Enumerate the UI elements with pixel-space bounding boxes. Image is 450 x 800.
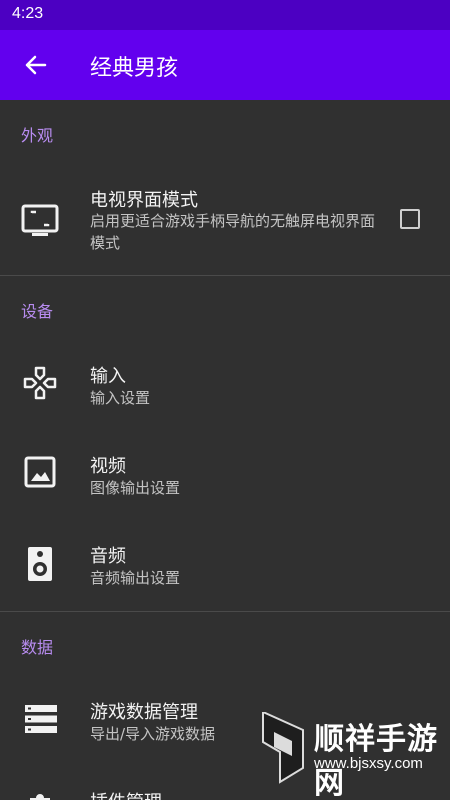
setting-input[interactable]: 输入 输入设置 <box>0 350 450 436</box>
watermark-logo <box>262 712 304 784</box>
tv-mode-checkbox[interactable] <box>400 209 420 229</box>
speaker-icon <box>28 547 52 581</box>
setting-title: 电视界面模式 <box>90 190 198 211</box>
setting-title: 游戏数据管理 <box>90 702 198 723</box>
gamepad-icon <box>23 366 57 400</box>
setting-title: 输入 <box>90 366 126 387</box>
setting-tv-mode[interactable]: 电视界面模式 启用更适合游戏手柄导航的无触屏电视界面模式 <box>0 176 450 274</box>
arrow-back-icon <box>25 55 47 75</box>
setting-subtitle: 输入设置 <box>90 389 151 407</box>
storage-icon <box>25 705 57 733</box>
section-header-devices: 设备 <box>21 302 54 321</box>
divider <box>0 275 450 276</box>
setting-title: 插件管理 <box>90 788 162 800</box>
status-time: 4:23 <box>12 5 44 22</box>
divider <box>0 611 450 612</box>
setting-title: 音频 <box>90 546 126 567</box>
setting-video[interactable]: 视频 图像输出设置 <box>0 440 450 526</box>
section-header-appearance: 外观 <box>21 126 54 145</box>
watermark: 顺祥手游网 www.bjsxsy.com <box>258 712 448 800</box>
setting-subtitle: 启用更适合游戏手柄导航的无触屏电视界面模式 <box>90 212 376 252</box>
watermark-url: www.bjsxsy.com <box>314 755 423 772</box>
status-bar: 4:23 <box>0 0 450 30</box>
setting-title: 视频 <box>90 456 126 477</box>
tv-icon <box>21 204 59 236</box>
setting-audio[interactable]: 音频 音频输出设置 <box>0 530 450 616</box>
page-title: 经典男孩 <box>90 56 179 81</box>
setting-subtitle: 导出/导入游戏数据 <box>90 725 216 743</box>
back-button[interactable] <box>14 43 58 87</box>
image-icon <box>24 456 56 488</box>
section-header-data: 数据 <box>21 638 54 657</box>
setting-subtitle: 音频输出设置 <box>90 569 181 587</box>
puzzle-icon <box>30 794 50 800</box>
app-bar: 经典男孩 <box>0 30 450 100</box>
setting-subtitle: 图像输出设置 <box>90 479 181 497</box>
